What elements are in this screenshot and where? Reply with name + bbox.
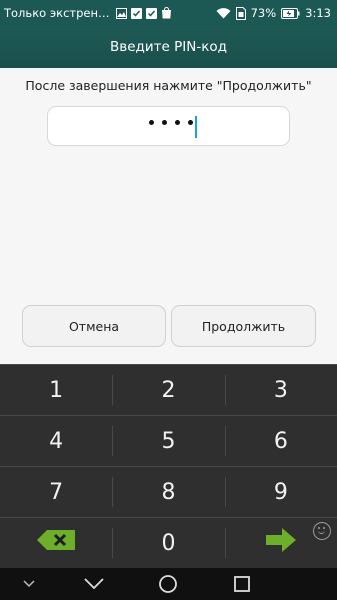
keypad-row: 1 2 3 — [0, 364, 337, 415]
page-title: Введите PIN-код — [110, 39, 227, 55]
key-2[interactable]: 2 — [112, 365, 224, 415]
keypad-row: 7 8 9 — [0, 466, 337, 517]
key-8[interactable]: 8 — [112, 467, 224, 517]
emoji-icon[interactable] — [313, 522, 331, 540]
back-icon[interactable] — [82, 574, 106, 594]
key-5[interactable]: 5 — [112, 416, 224, 466]
pin-entry-panel: После завершения нажмите "Продолжить" От… — [0, 68, 337, 364]
system-nav-bar — [0, 568, 337, 600]
dialog-header: Введите PIN-код — [0, 26, 337, 68]
key-6[interactable]: 6 — [224, 416, 337, 466]
cancel-button[interactable]: Отмена — [22, 305, 166, 347]
keypad-row: 0 — [0, 517, 337, 568]
image-icon — [115, 7, 127, 19]
instruction-text: После завершения нажмите "Продолжить" — [25, 78, 312, 93]
pin-input[interactable] — [47, 106, 290, 146]
carrier-label: Только экстрен… — [4, 6, 110, 20]
key-3[interactable]: 3 — [224, 365, 337, 415]
home-icon[interactable] — [156, 574, 180, 594]
hide-keyboard-icon[interactable] — [17, 574, 41, 594]
key-4[interactable]: 4 — [0, 416, 112, 466]
key-1[interactable]: 1 — [0, 365, 112, 415]
status-bar: Только экстрен… 73% 3:13 — [0, 0, 337, 26]
backspace-key[interactable] — [0, 518, 112, 568]
keypad-row: 4 5 6 — [0, 415, 337, 466]
continue-button[interactable]: Продолжить — [171, 305, 316, 347]
sim-icon — [235, 6, 246, 20]
backspace-icon — [37, 530, 76, 556]
clock: 3:13 — [305, 6, 331, 20]
key-7[interactable]: 7 — [0, 467, 112, 517]
battery-icon — [281, 7, 300, 19]
status-right: 73% 3:13 — [216, 6, 331, 20]
wifi-icon — [216, 7, 231, 19]
shopping-bag-icon — [161, 7, 172, 19]
numeric-keypad: 1 2 3 4 5 6 7 8 9 0 — [0, 364, 337, 568]
enter-arrow-icon — [265, 528, 296, 558]
text-cursor — [195, 116, 197, 138]
checklist-icon — [145, 7, 157, 19]
battery-percent: 73% — [250, 6, 277, 20]
checklist-icon — [130, 7, 142, 19]
key-9[interactable]: 9 — [224, 467, 337, 517]
recents-icon[interactable] — [230, 574, 254, 594]
pin-masked-value — [149, 120, 193, 125]
key-0[interactable]: 0 — [112, 518, 224, 568]
notification-icons — [115, 7, 172, 19]
